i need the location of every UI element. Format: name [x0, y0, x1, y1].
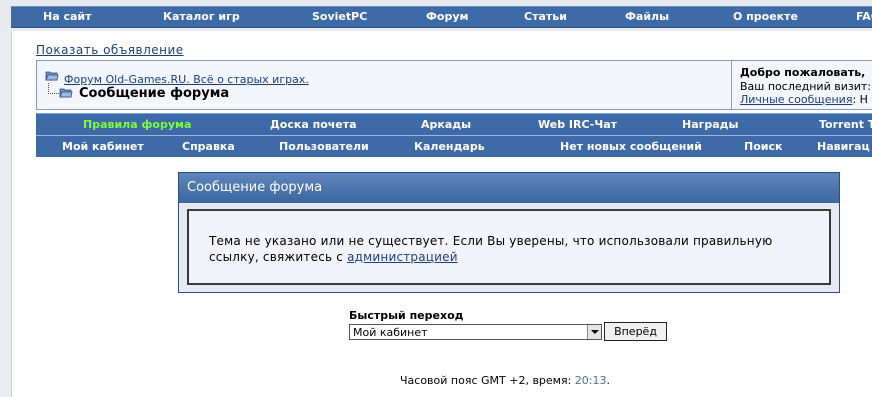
chevron-down-icon[interactable]	[587, 325, 601, 339]
quick-jump-label: Быстрый переход	[349, 309, 464, 322]
timezone-prefix: Часовой пояс GMT +2, время:	[400, 374, 575, 387]
menu-calendar[interactable]: Календарь	[414, 140, 485, 153]
menu-honor-board[interactable]: Доска почета	[270, 118, 357, 131]
topnav-about[interactable]: О проекте	[733, 10, 798, 23]
welcome-panel: Добро пожаловать, Ваш последний визит: Л…	[731, 61, 872, 109]
forum-menu-primary: Правила форума Доска почета Аркады Web I…	[36, 113, 872, 135]
folder-open-icon	[45, 71, 59, 81]
menu-awards[interactable]: Награды	[682, 118, 739, 131]
welcome-greeting: Добро пожаловать,	[740, 66, 866, 79]
menu-help[interactable]: Справка	[182, 140, 235, 153]
administration-link[interactable]: администрацией	[347, 250, 458, 264]
go-button[interactable]: Вперёд	[604, 322, 667, 341]
message-body: Тема не указано или не существует. Если …	[187, 209, 831, 285]
folder-open-icon	[59, 88, 73, 98]
topnav-catalog[interactable]: Каталог игр	[163, 10, 240, 23]
top-nav-bar: На сайт Каталог игр SovietPC Форум Стать…	[11, 6, 872, 28]
topnav-articles[interactable]: Статьи	[524, 10, 567, 23]
page-title: Сообщение форума	[79, 86, 230, 101]
breadcrumb-tree-line	[48, 83, 59, 94]
message-text: Тема не указано или не существует. Если …	[209, 234, 773, 264]
top-navigation: На сайт Каталог игр SovietPC Форум Стать…	[0, 0, 872, 31]
menu-search[interactable]: Поиск	[744, 140, 782, 153]
menu-navigation[interactable]: Навигац	[817, 140, 870, 153]
menu-users[interactable]: Пользователи	[279, 140, 369, 153]
topnav-site[interactable]: На сайт	[43, 10, 92, 23]
menu-my-cabinet[interactable]: Мой кабинет	[62, 140, 144, 153]
message-text-container: Тема не указано или не существует. Если …	[209, 233, 819, 265]
topnav-sovietpc[interactable]: SovietPC	[312, 10, 367, 23]
last-visit-text: Ваш последний визит:	[740, 80, 871, 93]
current-time: 20:13	[574, 374, 607, 387]
topnav-files[interactable]: Файлы	[625, 10, 669, 23]
timezone-suffix: .	[606, 374, 611, 387]
menu-arcades[interactable]: Аркады	[421, 118, 471, 131]
topnav-faq[interactable]: FAQ	[856, 10, 872, 23]
forum-menu-secondary: Мой кабинет Справка Пользователи Календа…	[36, 135, 872, 157]
private-messages-link[interactable]: Личные сообщения	[740, 93, 852, 106]
quick-jump-select[interactable]: Мой кабинет	[349, 324, 602, 340]
private-messages-suffix: : Н	[852, 93, 868, 106]
quick-jump-selected-value: Мой кабинет	[353, 326, 428, 339]
breadcrumb-forum-link[interactable]: Форум Old-Games.RU. Всё о старых играх.	[64, 73, 309, 86]
message-title: Сообщение форума	[187, 180, 323, 195]
menu-web-irc-chat[interactable]: Web IRC-Чат	[538, 118, 617, 131]
forum-header: Форум Old-Games.RU. Всё о старых играх. …	[36, 60, 872, 110]
message-header: Сообщение форума	[179, 173, 839, 203]
menu-no-new-posts[interactable]: Нет новых сообщений	[560, 140, 702, 153]
menu-torrent[interactable]: Torrent T	[819, 118, 872, 131]
topnav-forum[interactable]: Форум	[426, 10, 469, 23]
timezone-info: Часовой пояс GMT +2, время: 20:13.	[400, 374, 610, 387]
left-frame-edge	[0, 31, 12, 397]
forum-message-box: Сообщение форума Тема не указано или не …	[178, 172, 840, 293]
show-ad-link[interactable]: Показать объявление	[36, 43, 184, 57]
menu-forum-rules[interactable]: Правила форума	[83, 118, 191, 131]
private-messages-row: Личные сообщения: Н	[740, 93, 868, 106]
